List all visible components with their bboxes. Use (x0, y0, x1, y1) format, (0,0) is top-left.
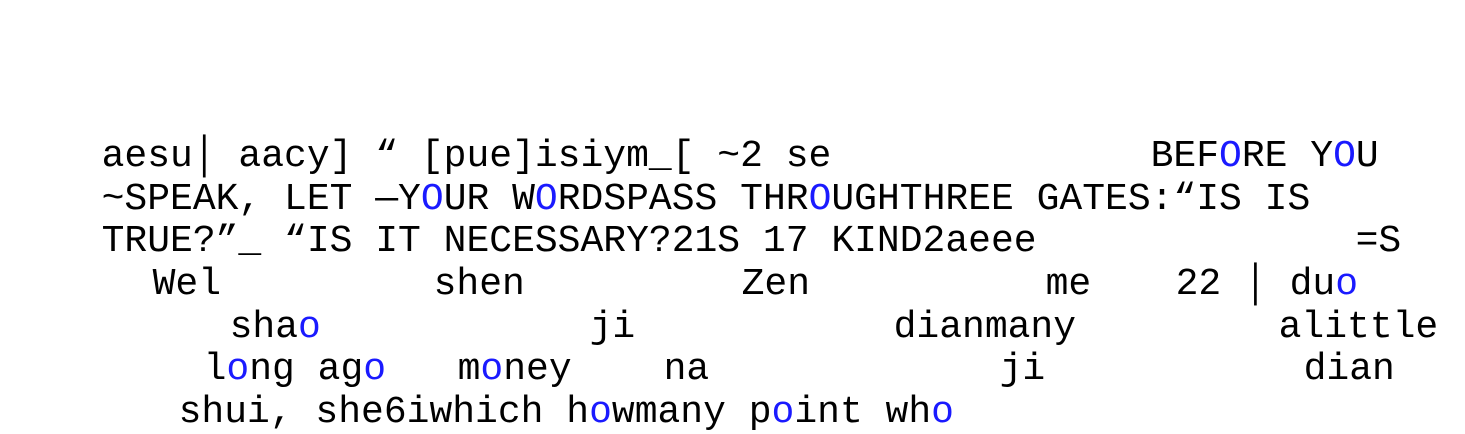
text-fragment: wmany p (611, 391, 772, 434)
text-line-3: TRUE?”_ “IS IT NECESSARY?21S 17 KIND2aee… (56, 182, 1037, 262)
text-line-6-word-5: dian (1258, 310, 1395, 390)
text-line-7: shui, she6iwhich howmany point who (133, 353, 954, 433)
text-line-6-word-2: money (412, 310, 572, 390)
text-line-1-right: BEFORE YOU (1105, 97, 1379, 177)
text-line-4-word-1: Wel (107, 225, 221, 305)
highlighted-letter: o (931, 391, 954, 434)
text-line-6-word-1: long ago (158, 310, 386, 390)
text-line-5-word-4: alittle (1233, 268, 1439, 348)
text-line-5-word-3: dianmany (848, 268, 1076, 348)
text-fragment: dian (1303, 348, 1395, 391)
text-line-5-word-1: shao (184, 268, 321, 348)
text-fragment: U (1355, 135, 1379, 178)
text-fragment: int wh (794, 391, 932, 434)
text-line-4-word-4: me (1000, 225, 1092, 305)
highlighted-letter: o (589, 391, 612, 434)
text-fragment: =S (1355, 220, 1402, 263)
highlighted-letter: o (771, 391, 795, 434)
text-fragment: Zen (741, 263, 811, 306)
highlighted-letter: O (1333, 135, 1356, 178)
text-fragment: TRUE?”_ “IS IT NECESSARY?21S 17 KIND2aee… (101, 220, 1037, 263)
text-fragment: shen (433, 263, 525, 306)
text-line-3-right: =S (1310, 182, 1402, 262)
text-line-6-word-4: ji (954, 310, 1046, 390)
text-line-1: aesu│ aacy] “ [pue]isiym_[ ~2 se (56, 97, 832, 177)
text-line-5-word-2: ji (544, 268, 636, 348)
text-line-4-word-3: Zen (696, 225, 810, 305)
text-line-2: ~SPEAK, LET —YOUR WORDSPASS THROUGHTHREE… (56, 140, 1311, 220)
text-line-4-word-2: shen (388, 225, 525, 305)
text-fragment: ji (999, 348, 1046, 391)
text-line-4-word-5: 22 │ duo (1130, 225, 1358, 305)
text-line-6-word-3: na (618, 310, 710, 390)
text-fragment: shui, she6iwhich h (178, 391, 590, 434)
